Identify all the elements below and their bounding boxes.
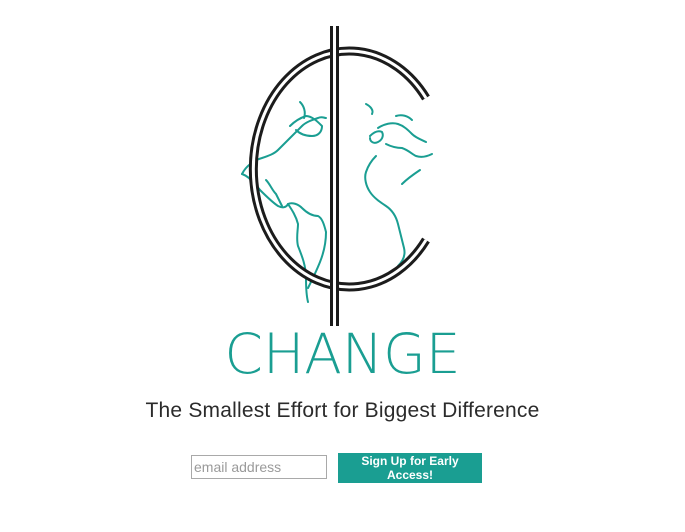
email-field[interactable]	[191, 455, 327, 479]
tagline: The Smallest Effort for Biggest Differen…	[145, 399, 540, 422]
signup-button[interactable]: Sign Up for Early Access!	[338, 453, 482, 483]
brand-name: CHANGE	[224, 322, 461, 386]
cent-globe-icon	[241, 26, 433, 326]
landing-page: CHANGE The Smallest Effort for Biggest D…	[0, 0, 685, 532]
